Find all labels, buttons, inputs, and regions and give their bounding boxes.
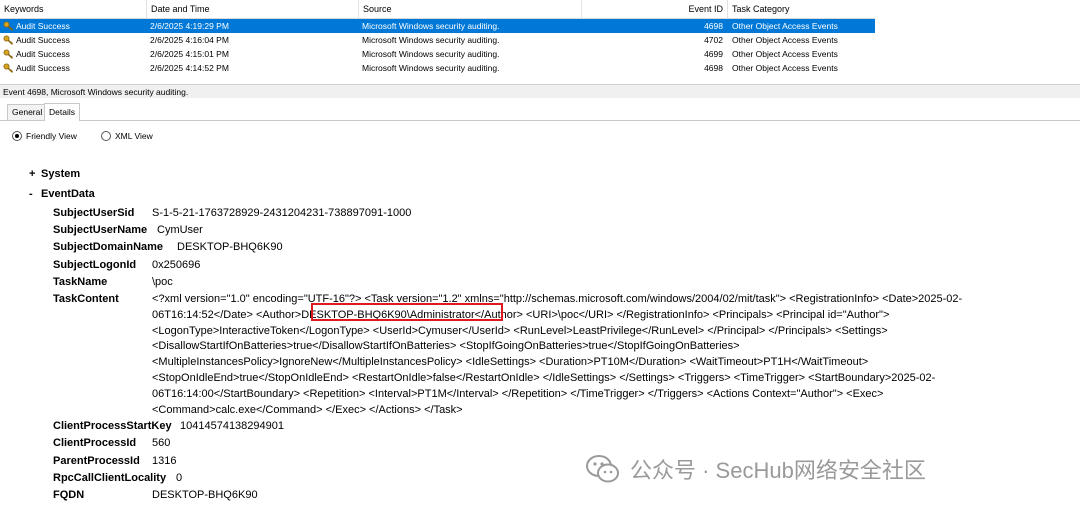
task-content-line: <LogonType>InteractiveToken</LogonType> … [152, 324, 888, 337]
highlight-annotation-box [311, 303, 503, 321]
cell-keywords: Audit Success [16, 35, 70, 45]
watermark: 公众号 · SecHub网络安全社区 [586, 452, 926, 486]
field-value-rpc-call-client-locality: 0 [176, 472, 183, 484]
cell-source: Microsoft Windows security auditing. [362, 49, 500, 59]
radio-selected-icon[interactable] [12, 130, 22, 141]
xml-view-label: XML View [115, 131, 153, 141]
task-content-line: <?xml version="1.0" encoding="UTF-16"?> … [152, 293, 963, 305]
detail-tabs: General Details [0, 103, 1080, 121]
cell-keywords: Audit Success [16, 49, 70, 59]
table-row[interactable]: Audit Success 2/6/2025 4:19:29 PM Microsof… [0, 19, 875, 33]
field-value-subject-logon-id: 0x250696 [152, 259, 201, 271]
column-header-event-id[interactable]: Event ID [581, 0, 727, 18]
field-value-subject-user-name: CymUser [157, 224, 203, 236]
field-value-subject-user-sid: S-1-5-21-1763728929-2431204231-738897091… [152, 207, 412, 219]
cell-event-id: 4698 [704, 21, 723, 31]
table-row[interactable]: Audit Success 2/6/2025 4:14:52 PM Microsof… [0, 61, 875, 75]
tree-node-eventdata-label: EventData [41, 188, 95, 200]
field-name-task-name: TaskName [53, 276, 108, 288]
cell-source: Microsoft Windows security auditing. [362, 35, 500, 45]
watermark-text: 公众号 · SecHub网络安全社区 [630, 458, 926, 483]
cell-date-time: 2/6/2025 4:15:01 PM [150, 49, 229, 59]
expand-toggle-icon[interactable]: + [29, 167, 41, 181]
field-name-rpc-call-client-locality: RpcCallClientLocality [53, 472, 167, 484]
field-name-subject-logon-id: SubjectLogonId [53, 259, 137, 271]
cell-event-id: 4699 [704, 49, 723, 59]
event-rows: Audit Success 2/6/2025 4:19:29 PM Microsof… [0, 19, 875, 75]
column-header-date-time[interactable]: Date and Time [146, 0, 358, 18]
column-header-task-category[interactable]: Task Category [727, 0, 875, 18]
cell-date-time: 2/6/2025 4:19:29 PM [150, 21, 229, 31]
event-status-text: Event 4698, Microsoft Windows security a… [0, 84, 1080, 98]
table-row[interactable]: Audit Success 2/6/2025 4:16:04 PM Microsof… [0, 33, 875, 47]
cell-task-category: Other Object Access Events [732, 49, 838, 59]
cell-task-category: Other Object Access Events [732, 63, 838, 73]
friendly-view-radio[interactable]: Friendly View [12, 129, 77, 143]
cell-keywords: Audit Success [16, 63, 70, 73]
task-content-line: 06T16:14:00</StartBoundary> <Repetition>… [152, 387, 884, 400]
cell-event-id: 4698 [704, 63, 723, 73]
field-name-task-content: TaskContent [53, 293, 119, 305]
key-icon [3, 35, 14, 45]
tab-details[interactable]: Details [44, 103, 80, 121]
field-name-subject-user-name: SubjectUserName [53, 224, 148, 236]
tab-general[interactable]: General [7, 104, 48, 120]
field-value-subject-domain-name: DESKTOP-BHQ6K90 [177, 241, 283, 253]
tree-node-system-label: System [41, 168, 81, 180]
xml-view-radio[interactable]: XML View [101, 129, 153, 143]
friendly-view-label: Friendly View [26, 131, 77, 141]
field-name-parent-process-id: ParentProcessId [53, 455, 140, 467]
key-icon [3, 49, 14, 59]
task-content-line: 06T16:14:52</Date> <Author>DESKTOP-BHQ6K… [152, 308, 890, 321]
event-list-header: Keywords Date and Time Source Event ID T… [0, 0, 875, 19]
field-name-subject-user-sid: SubjectUserSid [53, 207, 135, 219]
task-content-line: <MultipleInstancesPolicy>IgnoreNew</Mult… [152, 356, 869, 369]
cell-task-category: Other Object Access Events [732, 21, 838, 31]
radio-unselected-icon[interactable] [101, 130, 111, 141]
field-name-fqdn: FQDN [53, 489, 85, 501]
table-row[interactable]: Audit Success 2/6/2025 4:15:01 PM Microsof… [0, 47, 875, 61]
collapse-toggle-icon[interactable]: - [29, 187, 41, 201]
tree-node-system[interactable]: + System [29, 167, 80, 181]
cell-source: Microsoft Windows security auditing. [362, 21, 500, 31]
key-icon [3, 63, 14, 73]
field-name-client-process-id: ClientProcessId [53, 437, 137, 449]
field-value-fqdn: DESKTOP-BHQ6K90 [152, 489, 258, 501]
column-header-source[interactable]: Source [358, 0, 581, 18]
field-value-client-process-id: 560 [152, 437, 171, 449]
key-icon [3, 21, 14, 31]
tree-node-eventdata[interactable]: - EventData [29, 187, 95, 201]
field-value-task-name: \poc [152, 276, 173, 288]
field-name-client-process-start-key: ClientProcessStartKey [53, 420, 172, 432]
field-value-client-process-start-key: 10414574138294901 [180, 420, 285, 432]
field-value-parent-process-id: 1316 [152, 455, 177, 467]
field-name-subject-domain-name: SubjectDomainName [53, 241, 164, 253]
task-content-line: <StopOnIdleEnd>true</StopOnIdleEnd> <Res… [152, 372, 936, 384]
cell-task-category: Other Object Access Events [732, 35, 838, 45]
cell-keywords: Audit Success [16, 21, 70, 31]
cell-date-time: 2/6/2025 4:14:52 PM [150, 63, 229, 73]
task-content-line: <DisallowStartIfOnBatteries>true</Disall… [152, 340, 740, 353]
event-list: Keywords Date and Time Source Event ID T… [0, 0, 875, 75]
cell-event-id: 4702 [704, 35, 723, 45]
task-content-line: <Command>calc.exe</Command> </Exec> </Ac… [152, 403, 463, 416]
wechat-icon [586, 455, 619, 483]
cell-date-time: 2/6/2025 4:16:04 PM [150, 35, 229, 45]
column-header-keywords[interactable]: Keywords [0, 0, 146, 18]
cell-source: Microsoft Windows security auditing. [362, 63, 500, 73]
